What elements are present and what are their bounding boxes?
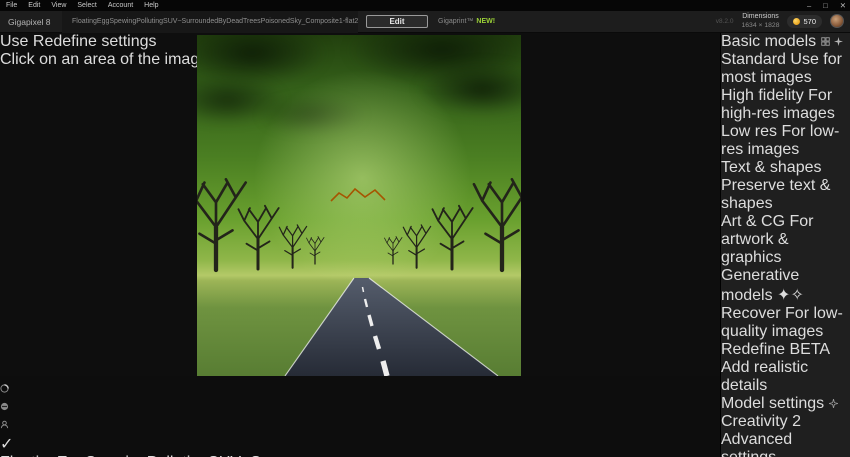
titlebar: Gigapixel 8 FloatingEggSpewingPollutingS… <box>0 11 850 33</box>
dimensions-value: 1634 × 1828 <box>741 22 779 30</box>
menu-bar: File Edit View Select Account Help – □ ✕ <box>0 0 850 11</box>
model-label: Low res <box>721 123 777 140</box>
model-recover[interactable]: Recover For low-quality images <box>721 305 850 341</box>
model-settings-header: Model settings <box>721 395 850 413</box>
model-settings-title: Model settings <box>721 395 824 412</box>
version-label: v8.2.0 <box>716 18 734 25</box>
model-low-res[interactable]: Low res For low-res images <box>721 123 850 159</box>
menu-account[interactable]: Account <box>108 2 133 9</box>
menu-view[interactable]: View <box>51 2 66 9</box>
maximize-icon[interactable]: □ <box>823 1 828 10</box>
model-label: High fidelity <box>721 87 804 104</box>
advanced-settings-label: Advanced settings <box>721 431 792 457</box>
auto-select-icon[interactable] <box>834 37 843 46</box>
avatar[interactable] <box>830 14 844 28</box>
right-sidebar: Basic models Standard Use for most image… <box>720 33 850 457</box>
menu-select[interactable]: Select <box>77 2 96 9</box>
model-art-cg[interactable]: Art & CG For artwork & graphics <box>721 213 850 267</box>
model-label: Redefine <box>721 341 785 358</box>
gigaprint-label: Gigaprint™ <box>438 18 473 25</box>
titlebar-right: v8.2.0 Dimensions 1634 × 1828 570 <box>716 13 850 30</box>
file-tab[interactable]: FloatingEggSpewingPollutingSUV~Surrounde… <box>62 11 358 33</box>
menu-file[interactable]: File <box>6 2 17 9</box>
generative-models-header: Generative models ✦✧ <box>721 267 850 305</box>
generative-models-list: Recover For low-quality images Redefine … <box>721 305 850 395</box>
basic-models-list: Standard Use for most images High fideli… <box>721 51 850 267</box>
sparkle-icon: ✦✧ <box>777 287 804 304</box>
menu-help[interactable]: Help <box>144 2 158 9</box>
new-badge: NEW! <box>476 18 495 25</box>
model-desc: Preserve text & shapes <box>721 177 830 212</box>
auto-settings-icon[interactable] <box>829 399 838 408</box>
minimize-icon[interactable]: – <box>807 1 811 10</box>
row-checkbox[interactable]: ✓ <box>0 436 13 453</box>
gigaprint-promo[interactable]: Gigaprint™ NEW! <box>438 18 495 25</box>
compression-column-icon <box>0 402 9 411</box>
model-label: Text & shapes <box>721 159 822 176</box>
basic-models-title: Basic models <box>721 33 816 50</box>
model-desc: Add realistic details <box>721 359 808 394</box>
close-icon[interactable]: ✕ <box>840 1 846 10</box>
model-label: Recover <box>721 305 781 322</box>
compare-models-icon[interactable] <box>821 37 830 46</box>
window-controls: – □ ✕ <box>807 0 846 11</box>
app-title: Gigapixel 8 <box>0 17 62 27</box>
coin-icon <box>793 18 800 25</box>
model-text-shapes[interactable]: Text & shapes Preserve text & shapes <box>721 159 850 213</box>
dimensions-readout: Dimensions 1634 × 1828 <box>741 13 779 30</box>
egg-crack-graphic <box>197 35 521 376</box>
dimensions-label: Dimensions <box>741 13 779 22</box>
canvas-area[interactable]: Use Redefine settings Click on an area o… <box>0 33 720 376</box>
sharpen-column-icon <box>0 384 9 393</box>
credits-pill[interactable]: 570 <box>787 15 822 28</box>
credits-count: 570 <box>803 17 816 26</box>
menu-edit[interactable]: Edit <box>28 2 40 9</box>
beta-badge: BETA <box>790 341 830 358</box>
model-redefine[interactable]: Redefine BETA Add realistic details <box>721 341 850 395</box>
face-recovery-column-icon <box>0 420 9 429</box>
edit-button[interactable]: Edit <box>366 15 428 28</box>
model-label: Standard <box>721 51 786 68</box>
image-artwork[interactable] <box>197 35 521 376</box>
creativity-value: 2 <box>792 413 801 430</box>
model-standard[interactable]: Standard Use for most images <box>721 51 850 87</box>
gigapixel-app-window: File Edit View Select Account Help – □ ✕… <box>0 0 850 457</box>
model-label: Art & CG <box>721 213 785 230</box>
model-high-fidelity[interactable]: High fidelity For high-res images <box>721 87 850 123</box>
basic-models-header: Basic models <box>721 33 850 51</box>
creativity-label: Creativity <box>721 413 788 430</box>
